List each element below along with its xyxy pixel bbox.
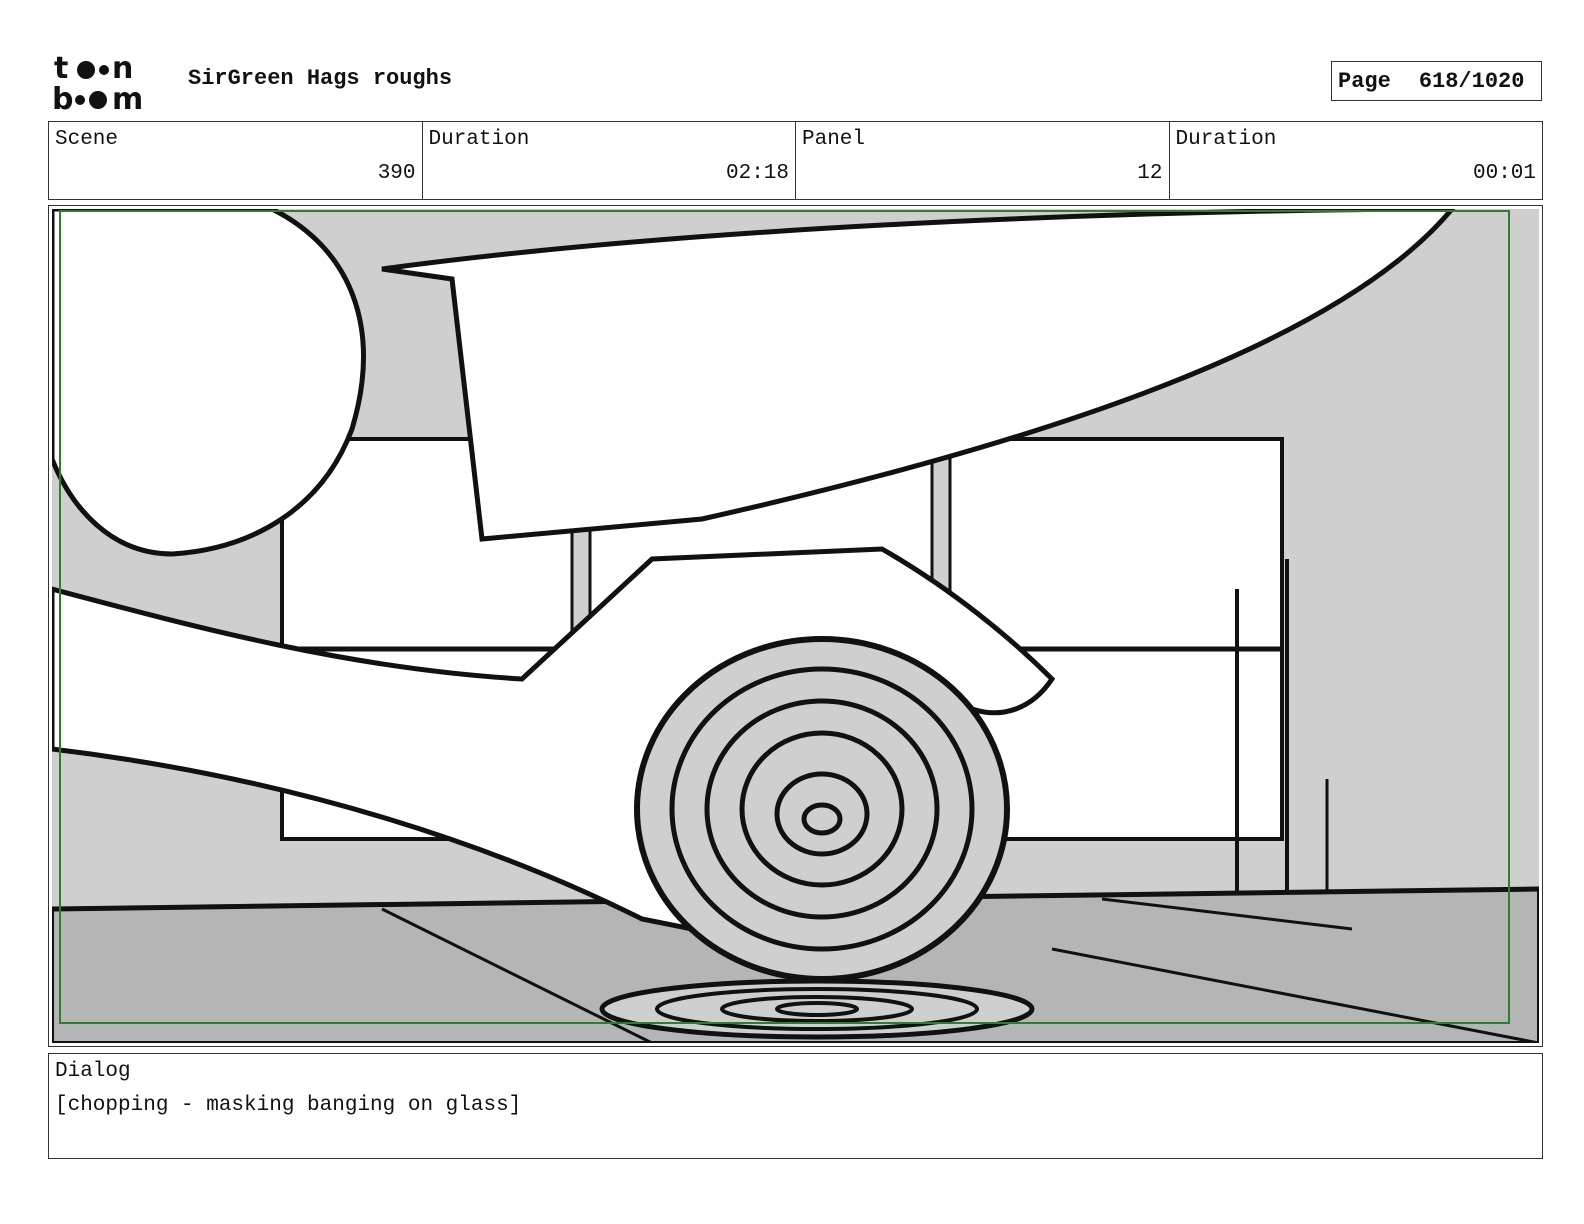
svg-text:m: m xyxy=(112,82,143,112)
panel-label: Panel xyxy=(802,128,866,151)
storyboard-panel-image xyxy=(52,209,1539,1043)
scene-duration-value: 02:18 xyxy=(725,162,789,185)
panel-info-row: Scene 390 Duration 02:18 Panel 12 Durati… xyxy=(48,121,1543,200)
toonboom-logo: t n b m xyxy=(52,52,143,112)
scene-value: 390 xyxy=(377,162,416,185)
panel-duration-label: Duration xyxy=(1175,128,1277,151)
panel-cell: Panel 12 xyxy=(796,122,1170,199)
scene-label: Scene xyxy=(55,128,119,151)
scene-duration-cell: Duration 02:18 xyxy=(423,122,796,199)
panel-value: 12 xyxy=(1137,162,1163,185)
dialog-text: [chopping - masking banging on glass] xyxy=(55,1094,522,1117)
scene-cell: Scene 390 xyxy=(49,122,423,199)
svg-text:b: b xyxy=(52,82,73,112)
page-number: 618/1020 xyxy=(1418,68,1525,94)
svg-text:n: n xyxy=(112,52,133,86)
page-label: Page xyxy=(1338,68,1391,94)
dialog-box: Dialog [chopping - masking banging on gl… xyxy=(48,1053,1543,1159)
panel-duration-cell: Duration 00:01 xyxy=(1170,122,1543,199)
panel-duration-value: 00:01 xyxy=(1472,162,1536,185)
page-indicator: Page 618/1020 xyxy=(1331,61,1542,101)
scene-duration-label: Duration xyxy=(428,128,530,151)
dialog-label: Dialog xyxy=(55,1060,131,1083)
svg-text:t: t xyxy=(54,52,68,86)
project-title: SirGreen Hags roughs xyxy=(188,66,453,91)
